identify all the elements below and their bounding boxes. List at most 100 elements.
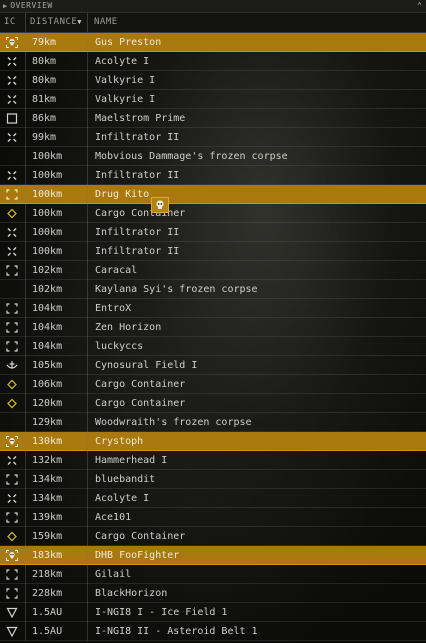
square-icon	[6, 112, 18, 124]
drag-target-skull-icon	[151, 197, 169, 213]
bracket-icon	[6, 568, 18, 580]
overview-row[interactable]: 100km Drug Kito	[0, 184, 426, 204]
overview-row[interactable]: 102km Caracal	[0, 260, 426, 280]
bracket-icon	[6, 473, 18, 485]
row-name: Cargo Container	[95, 530, 186, 542]
x-mark-icon	[6, 455, 18, 466]
row-name: Acolyte I	[95, 55, 150, 67]
row-icon-cell	[0, 32, 26, 52]
row-distance: 81km	[26, 89, 88, 109]
overview-row[interactable]: 105km Cynosural Field I	[0, 355, 426, 375]
row-distance: 104km	[26, 298, 88, 318]
row-distance: 134km	[26, 488, 88, 508]
row-name: Valkyrie I	[95, 93, 156, 105]
row-icon-cell	[0, 583, 26, 603]
row-icon-cell	[0, 222, 26, 242]
row-name: luckyccs	[95, 340, 144, 352]
overview-row[interactable]: 106km Cargo Container	[0, 374, 426, 394]
row-icon-cell	[0, 203, 26, 223]
row-name: Cargo Container	[95, 397, 186, 409]
row-icon-cell	[0, 260, 26, 280]
row-icon-cell	[0, 602, 26, 622]
row-icon-cell	[0, 507, 26, 527]
row-distance: 80km	[26, 70, 88, 90]
overview-row[interactable]: 129km Woodwraith's frozen corpse	[0, 412, 426, 432]
overview-row[interactable]: 130km Crystoph	[0, 431, 426, 451]
x-mark-icon	[6, 227, 18, 238]
overview-row[interactable]: 104km luckyccs	[0, 336, 426, 356]
row-icon-cell	[0, 545, 26, 565]
row-distance: 228km	[26, 583, 88, 603]
x-mark-icon	[6, 94, 18, 105]
row-name: Zen Horizon	[95, 321, 162, 333]
row-name: Ace101	[95, 511, 132, 523]
column-header-name[interactable]: NAME	[88, 13, 426, 32]
row-distance: 120km	[26, 393, 88, 413]
overview-row[interactable]: 79km Gus Preston	[0, 32, 426, 52]
row-distance: 132km	[26, 450, 88, 470]
row-name: I-NGI8 II - Asteroid Belt 1	[95, 625, 258, 637]
row-distance: 105km	[26, 355, 88, 375]
overview-row[interactable]: 218km Gilail	[0, 564, 426, 584]
row-name: Maelstrom Prime	[95, 112, 186, 124]
row-name: Mobvious Dammage's frozen corpse	[95, 150, 288, 162]
overview-row[interactable]: 139km Ace101	[0, 507, 426, 527]
row-name: Valkyrie I	[95, 74, 156, 86]
column-header-icon[interactable]: IC	[0, 13, 26, 32]
row-name: Caracal	[95, 264, 138, 276]
row-icon-cell	[0, 70, 26, 90]
diamond-icon	[6, 398, 18, 409]
row-name: I-NGI8 I - Ice Field 1	[95, 606, 228, 618]
row-distance: 100km	[26, 222, 88, 242]
row-distance: 86km	[26, 108, 88, 128]
row-icon-cell	[0, 469, 26, 489]
overview-row[interactable]: 100km Infiltrator II	[0, 222, 426, 242]
x-mark-icon	[6, 493, 18, 504]
row-name: Hammerhead I	[95, 454, 168, 466]
row-name: Cynosural Field I	[95, 359, 198, 371]
row-distance: 183km	[26, 545, 88, 565]
triangle-icon	[6, 626, 18, 637]
overview-row[interactable]: 1.5AU I-NGI8 I - Ice Field 1	[0, 602, 426, 622]
bracket-skull-icon	[5, 435, 19, 447]
overview-row[interactable]: 99km Infiltrator II	[0, 127, 426, 147]
window-menu-arrow-icon[interactable]: ▶	[3, 0, 7, 12]
overview-row[interactable]: 183km DHB FooFighter	[0, 545, 426, 565]
overview-row[interactable]: 100km Infiltrator II	[0, 241, 426, 261]
row-icon-cell	[0, 393, 26, 413]
overview-row[interactable]: 132km Hammerhead I	[0, 450, 426, 470]
row-distance: 100km	[26, 165, 88, 185]
row-name: Infiltrator II	[95, 169, 180, 181]
row-distance: 79km	[26, 32, 88, 52]
row-distance: 1.5AU	[26, 602, 88, 622]
row-icon-cell	[0, 336, 26, 356]
overview-row[interactable]: 80km Acolyte I	[0, 51, 426, 71]
row-name: Crystoph	[95, 435, 144, 447]
column-header-distance[interactable]: DISTANCE ▼	[26, 13, 88, 32]
overview-row[interactable]: 86km Maelstrom Prime	[0, 108, 426, 128]
bracket-icon	[6, 302, 18, 314]
collapse-chevron-icon[interactable]: ⌃	[417, 0, 422, 12]
bracket-icon	[6, 264, 18, 276]
row-name: Woodwraith's frozen corpse	[95, 416, 252, 428]
row-name: Gilail	[95, 568, 132, 580]
overview-row[interactable]: 120km Cargo Container	[0, 393, 426, 413]
overview-row[interactable]: 134km Acolyte I	[0, 488, 426, 508]
overview-row[interactable]: 100km Cargo Container	[0, 203, 426, 223]
overview-row[interactable]: 81km Valkyrie I	[0, 89, 426, 109]
bracket-icon	[6, 340, 18, 352]
overview-row[interactable]: 104km EntroX	[0, 298, 426, 318]
window-titlebar[interactable]: ▶ OVERVIEW ⌃	[0, 0, 426, 13]
overview-row[interactable]: 80km Valkyrie I	[0, 70, 426, 90]
overview-row[interactable]: 159km Cargo Container	[0, 526, 426, 546]
overview-row[interactable]: 102km Kaylana Syi's frozen corpse	[0, 279, 426, 299]
overview-row[interactable]: 100km Mobvious Dammage's frozen corpse	[0, 146, 426, 166]
row-distance: 139km	[26, 507, 88, 527]
x-mark-icon	[6, 246, 18, 257]
overview-row[interactable]: 100km Infiltrator II	[0, 165, 426, 185]
x-mark-icon	[6, 132, 18, 143]
overview-row[interactable]: 104km Zen Horizon	[0, 317, 426, 337]
overview-row[interactable]: 134km bluebandit	[0, 469, 426, 489]
overview-row[interactable]: 228km BlackHorizon	[0, 583, 426, 603]
overview-row[interactable]: 1.5AU I-NGI8 II - Asteroid Belt 1	[0, 621, 426, 641]
